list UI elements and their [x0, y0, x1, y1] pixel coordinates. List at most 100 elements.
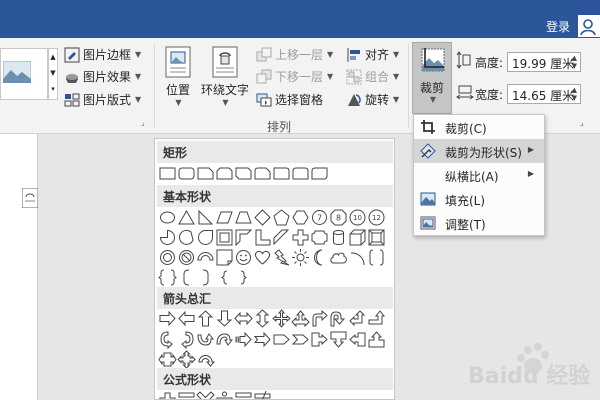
up-arrow-shape-icon[interactable]: [196, 309, 215, 328]
smiley-face-shape-icon[interactable]: [234, 248, 253, 267]
dodecagon-shape-icon[interactable]: 12: [367, 208, 386, 227]
trapezoid-shape-icon[interactable]: [234, 208, 253, 227]
cloud-shape-icon[interactable]: [329, 248, 348, 267]
half-frame-shape-icon[interactable]: [234, 228, 253, 247]
spin-up-icon[interactable]: ▲: [572, 86, 577, 94]
circular-arrow-shape-icon[interactable]: [196, 350, 215, 369]
right-brace-shape-icon[interactable]: [234, 268, 253, 287]
curved-right-arrow-shape-icon[interactable]: [158, 330, 177, 349]
frame-shape-icon[interactable]: [215, 228, 234, 247]
menu-item-fit[interactable]: 调整(T): [414, 211, 544, 235]
height-spinner[interactable]: 19.99 厘米 ▲ ▼: [507, 52, 581, 72]
minus-shape-icon[interactable]: [177, 391, 196, 399]
up-down-arrow-shape-icon[interactable]: [253, 309, 272, 328]
menu-item-crop-to-shape[interactable]: 裁剪为形状(S) ▶: [414, 139, 544, 163]
selection-pane-button[interactable]: 选择窗格: [256, 91, 323, 108]
menu-item-fill[interactable]: 填充(L): [414, 187, 544, 211]
height-value[interactable]: 19.99 厘米: [512, 57, 574, 71]
chord-shape-icon[interactable]: [177, 228, 196, 247]
parallelogram-shape-icon[interactable]: [215, 208, 234, 227]
left-right-up-arrow-shape-icon[interactable]: [291, 309, 310, 328]
round-corner-rectangle-shape-icon[interactable]: [272, 164, 291, 183]
folded-corner-shape-icon[interactable]: [215, 248, 234, 267]
up-arrow-callout-shape-icon[interactable]: [367, 330, 386, 349]
curved-down-arrow-shape-icon[interactable]: [215, 330, 234, 349]
no-symbol-shape-icon[interactable]: [177, 248, 196, 267]
user-icon[interactable]: [578, 15, 600, 37]
not-equal-shape-icon[interactable]: [253, 391, 272, 399]
decagon-shape-icon[interactable]: 10: [348, 208, 367, 227]
double-brace-shape-icon[interactable]: [158, 268, 177, 287]
rounded-rectangle-shape-icon[interactable]: [177, 164, 196, 183]
divide-shape-icon[interactable]: [215, 391, 234, 399]
send-backward-button[interactable]: 下移一层 ▼: [256, 68, 333, 85]
heptagon-shape-icon[interactable]: 7: [310, 208, 329, 227]
diagonal-stripe-shape-icon[interactable]: [272, 228, 291, 247]
crop-button[interactable]: 裁剪 ▼: [412, 42, 452, 114]
donut-shape-icon[interactable]: [158, 248, 177, 267]
equal-shape-icon[interactable]: [234, 391, 253, 399]
u-turn-arrow-shape-icon[interactable]: [329, 309, 348, 328]
round-diagonal-rectangle-shape-icon[interactable]: [310, 164, 329, 183]
login-link[interactable]: 登录: [546, 18, 570, 35]
block-arc-shape-icon[interactable]: [196, 248, 215, 267]
right-bracket-shape-icon[interactable]: [196, 268, 215, 287]
position-button[interactable]: 位置 ▼: [160, 46, 196, 107]
can-shape-icon[interactable]: [329, 228, 348, 247]
wrap-text-button[interactable]: 环绕文字 ▼: [197, 46, 253, 107]
left-up-arrow-shape-icon[interactable]: [348, 309, 367, 328]
menu-item-aspect-ratio[interactable]: 纵横比(A) ▶: [414, 163, 544, 187]
bevel-shape-icon[interactable]: [367, 228, 386, 247]
right-triangle-shape-icon[interactable]: [196, 208, 215, 227]
curved-left-arrow-shape-icon[interactable]: [177, 330, 196, 349]
bring-forward-button[interactable]: 上移一层 ▼: [256, 46, 333, 63]
snip-round-rectangle-shape-icon[interactable]: [253, 164, 272, 183]
snip-diagonal-rectangle-shape-icon[interactable]: [234, 164, 253, 183]
heart-shape-icon[interactable]: [253, 248, 272, 267]
spin-down-icon[interactable]: ▼: [572, 62, 577, 70]
rectangle-shape-icon[interactable]: [158, 164, 177, 183]
dialog-launcher-icon[interactable]: ⌟: [141, 118, 145, 127]
size-dialog-launcher-icon[interactable]: ⌟: [580, 118, 584, 127]
round-same-side-rectangle-shape-icon[interactable]: [291, 164, 310, 183]
plus-shape-icon[interactable]: [158, 391, 177, 399]
left-arrow-shape-icon[interactable]: [177, 309, 196, 328]
bent-arrow-shape-icon[interactable]: [310, 309, 329, 328]
multiply-shape-icon[interactable]: [196, 391, 215, 399]
left-right-arrow-shape-icon[interactable]: [234, 309, 253, 328]
hexagon-shape-icon[interactable]: [291, 208, 310, 227]
menu-item-crop[interactable]: 裁剪(C): [414, 115, 544, 139]
picture-effects-button[interactable]: 图片效果 ▼: [64, 68, 141, 85]
bent-up-arrow-shape-icon[interactable]: [367, 309, 386, 328]
down-arrow-shape-icon[interactable]: [215, 309, 234, 328]
layout-options-icon[interactable]: [22, 188, 38, 208]
arc-shape-icon[interactable]: [348, 248, 367, 267]
spin-up-icon[interactable]: ▲: [572, 54, 577, 62]
triangle-shape-icon[interactable]: [177, 208, 196, 227]
width-spinner[interactable]: 14.65 厘米 ▲ ▼: [507, 84, 581, 104]
lightning-bolt-shape-icon[interactable]: [272, 248, 291, 267]
l-shape-icon[interactable]: [253, 228, 272, 247]
group-button[interactable]: 组合 ▼: [346, 68, 399, 85]
picture-border-button[interactable]: 图片边框 ▼: [64, 46, 141, 63]
chevron-arrow-shape-icon[interactable]: [291, 330, 310, 349]
octagon-shape-icon[interactable]: 8: [329, 208, 348, 227]
cross-shape-icon[interactable]: [291, 228, 310, 247]
double-bracket-shape-icon[interactable]: [367, 248, 386, 267]
pie-shape-icon[interactable]: [158, 228, 177, 247]
down-arrow-callout-shape-icon[interactable]: [329, 330, 348, 349]
pentagon-shape-icon[interactable]: [272, 208, 291, 227]
rotate-button[interactable]: 旋转 ▼: [346, 91, 399, 108]
left-brace-shape-icon[interactable]: [215, 268, 234, 287]
left-right-arrow-callout-shape-icon[interactable]: [158, 350, 177, 369]
snip-same-side-rectangle-shape-icon[interactable]: [215, 164, 234, 183]
snip-corner-rectangle-shape-icon[interactable]: [196, 164, 215, 183]
curved-up-arrow-shape-icon[interactable]: [196, 330, 215, 349]
quad-arrow-callout-shape-icon[interactable]: [177, 350, 196, 369]
sun-shape-icon[interactable]: [291, 248, 310, 267]
striped-right-arrow-shape-icon[interactable]: [234, 330, 253, 349]
plaque-shape-icon[interactable]: [310, 228, 329, 247]
right-arrow-callout-shape-icon[interactable]: [310, 330, 329, 349]
oval-shape-icon[interactable]: [158, 208, 177, 227]
diamond-shape-icon[interactable]: [253, 208, 272, 227]
